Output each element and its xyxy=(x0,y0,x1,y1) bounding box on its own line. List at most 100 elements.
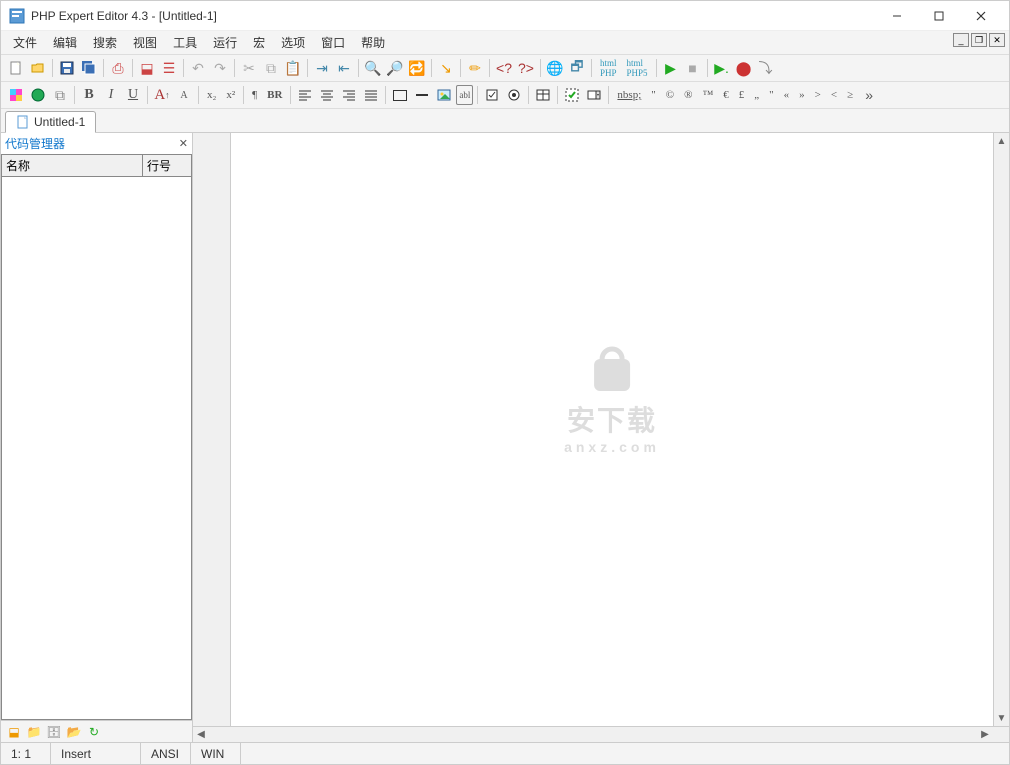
highlight-button[interactable]: ✏ xyxy=(465,58,485,78)
print-button[interactable]: ⎙ xyxy=(108,58,128,78)
radio-button[interactable] xyxy=(504,85,524,105)
label-button[interactable]: abl xyxy=(456,85,473,105)
entity-tm-button[interactable]: ™ xyxy=(698,85,717,105)
entity-ge-button[interactable]: ≥ xyxy=(843,85,857,105)
font-decrease-button[interactable]: A xyxy=(174,85,194,105)
mdi-restore-button[interactable]: ❐ xyxy=(971,33,987,47)
superscript-button[interactable]: x² xyxy=(222,85,239,105)
open-file-button[interactable] xyxy=(28,58,48,78)
form-button[interactable] xyxy=(562,85,582,105)
undo-button[interactable]: ↶ xyxy=(188,58,208,78)
align-center-button[interactable] xyxy=(317,85,337,105)
find-button[interactable]: 🔍 xyxy=(363,58,383,78)
menu-macro[interactable]: 宏 xyxy=(245,32,273,53)
entity-ldquo-button[interactable]: " xyxy=(765,85,778,105)
subscript-button[interactable]: x₂ xyxy=(203,85,220,105)
tool-color-button[interactable] xyxy=(6,85,26,105)
entity-reg-button[interactable]: ® xyxy=(680,85,696,105)
save-all-button[interactable] xyxy=(79,58,99,78)
italic-button[interactable]: I xyxy=(101,85,121,105)
entity-raquo-button[interactable]: » xyxy=(795,85,809,105)
entity-bdquo-button[interactable]: „ xyxy=(750,85,763,105)
maximize-button[interactable] xyxy=(919,3,959,29)
image-button[interactable] xyxy=(434,85,454,105)
col-line[interactable]: 行号 xyxy=(143,155,191,176)
bold-button[interactable]: B xyxy=(79,85,99,105)
hr-button[interactable] xyxy=(412,85,432,105)
sidebar-db-button[interactable]: 🗄 xyxy=(45,723,63,741)
menu-search[interactable]: 搜索 xyxy=(85,32,125,53)
new-file-button[interactable] xyxy=(6,58,26,78)
entity-gt-button[interactable]: > xyxy=(811,85,825,105)
sidebar-folder2-button[interactable]: 📂 xyxy=(65,723,83,741)
entity-pound-button[interactable]: £ xyxy=(735,85,749,105)
run-button[interactable]: ▶ xyxy=(661,58,681,78)
code-explorer-button[interactable]: ⬓ xyxy=(137,58,157,78)
entity-lt-button[interactable]: < xyxy=(827,85,841,105)
align-right-button[interactable] xyxy=(339,85,359,105)
scroll-right-icon[interactable]: ▶ xyxy=(977,727,993,742)
entity-quote-button[interactable]: " xyxy=(647,85,660,105)
menu-tools[interactable]: 工具 xyxy=(165,32,205,53)
code-list-button[interactable]: ☰ xyxy=(159,58,179,78)
vertical-scrollbar[interactable]: ▲ ▼ xyxy=(993,133,1009,726)
font-increase-button[interactable]: A↑ xyxy=(152,85,172,105)
tool-web-button[interactable] xyxy=(28,85,48,105)
scroll-up-icon[interactable]: ▲ xyxy=(994,133,1009,149)
menu-options[interactable]: 选项 xyxy=(273,32,313,53)
php-close-button[interactable]: ?> xyxy=(516,58,536,78)
close-button[interactable] xyxy=(961,3,1001,29)
select-button[interactable] xyxy=(584,85,604,105)
html-template-button[interactable]: htmlPHP xyxy=(596,58,621,78)
entity-copy-button[interactable]: © xyxy=(662,85,678,105)
browser-external-button[interactable]: 🗗 xyxy=(567,58,587,78)
indent-button[interactable]: ⇥ xyxy=(312,58,332,78)
menu-view[interactable]: 视图 xyxy=(125,32,165,53)
tree-body[interactable] xyxy=(1,177,192,720)
col-name[interactable]: 名称 xyxy=(2,155,143,176)
status-insert-mode[interactable]: Insert xyxy=(51,743,141,764)
cut-button[interactable]: ✂ xyxy=(239,58,259,78)
horizontal-scrollbar[interactable]: ◀ ▶ xyxy=(193,727,993,742)
sidebar-refresh-button[interactable]: ↻ xyxy=(85,723,103,741)
goto-button[interactable]: ↘ xyxy=(436,58,456,78)
paste-button[interactable]: 📋 xyxy=(283,58,303,78)
menu-run[interactable]: 运行 xyxy=(205,32,245,53)
table-button[interactable] xyxy=(533,85,553,105)
find-next-button[interactable]: 🔎 xyxy=(385,58,405,78)
status-eol[interactable]: WIN xyxy=(191,743,241,764)
menu-file[interactable]: 文件 xyxy=(5,32,45,53)
align-left-button[interactable] xyxy=(295,85,315,105)
div-button[interactable] xyxy=(390,85,410,105)
outdent-button[interactable]: ⇤ xyxy=(334,58,354,78)
minimize-button[interactable] xyxy=(877,3,917,29)
copy-button[interactable]: ⧉ xyxy=(261,58,281,78)
nbsp-button[interactable]: nbsp; xyxy=(613,85,645,105)
php-open-button[interactable]: <? xyxy=(494,58,514,78)
paragraph-button[interactable]: ¶ xyxy=(248,85,261,105)
save-button[interactable] xyxy=(57,58,77,78)
edit-area[interactable]: 安下载 anxz.com xyxy=(231,133,993,726)
sidebar-close-button[interactable]: ✕ xyxy=(179,137,188,150)
entity-laquo-button[interactable]: « xyxy=(780,85,794,105)
stop-button[interactable]: ■ xyxy=(683,58,703,78)
debug-run-button[interactable]: ▶. xyxy=(712,58,732,78)
scroll-down-icon[interactable]: ▼ xyxy=(994,710,1009,726)
entity-euro-button[interactable]: € xyxy=(719,85,733,105)
status-encoding[interactable]: ANSI xyxy=(141,743,191,764)
align-justify-button[interactable] xyxy=(361,85,381,105)
scroll-left-icon[interactable]: ◀ xyxy=(193,727,209,742)
sidebar-tool1-button[interactable]: ⬓ xyxy=(5,723,23,741)
underline-button[interactable]: U xyxy=(123,85,143,105)
mdi-close-button[interactable]: ✕ xyxy=(989,33,1005,47)
tool-copy2-button[interactable]: ⧉ xyxy=(50,85,70,105)
toolbar-overflow-button[interactable]: » xyxy=(859,85,879,105)
checkbox-button[interactable] xyxy=(482,85,502,105)
debug-step-button[interactable]: ⤵ xyxy=(756,58,776,78)
scroll-track[interactable] xyxy=(209,727,977,742)
sidebar-folder-button[interactable]: 📁 xyxy=(25,723,43,741)
linebreak-button[interactable]: BR xyxy=(263,85,286,105)
html-template2-button[interactable]: htmlPHP5 xyxy=(623,58,652,78)
browser-preview-button[interactable]: 🌐 xyxy=(545,58,565,78)
menu-edit[interactable]: 编辑 xyxy=(45,32,85,53)
